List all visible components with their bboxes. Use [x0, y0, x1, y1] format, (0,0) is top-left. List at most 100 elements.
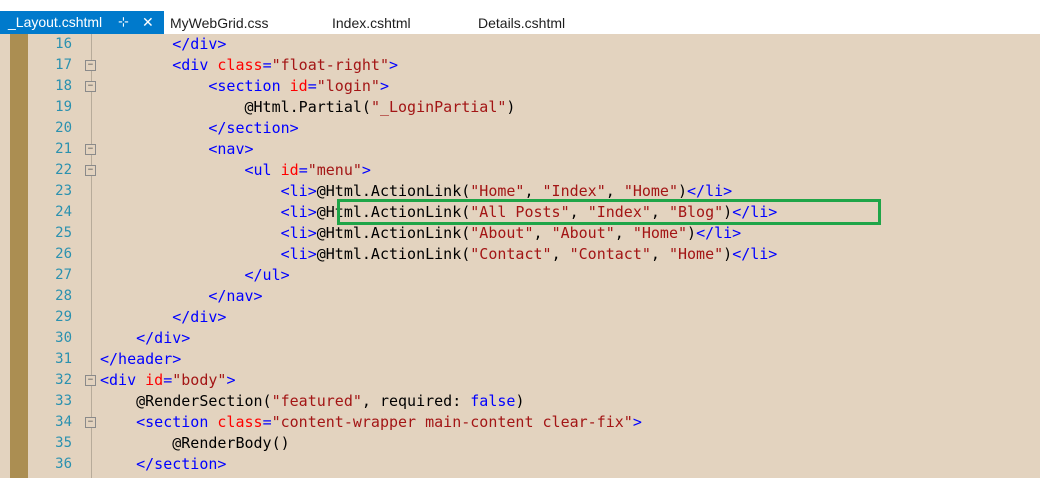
code-text: <section class="content-wrapper main-con…: [100, 412, 642, 433]
code-line[interactable]: 16 </div>: [0, 34, 1040, 55]
tab-label: _Layout.cshtml: [8, 14, 103, 30]
code-line[interactable]: 36 </section>: [0, 454, 1040, 475]
code-token: <li>: [100, 182, 317, 200]
code-token: "Home": [623, 182, 678, 200]
code-line[interactable]: 35 @RenderBody(): [0, 433, 1040, 454]
code-token: </nav>: [100, 287, 263, 305]
line-number: 31: [55, 351, 72, 367]
code-token: =: [262, 56, 272, 74]
line-number: 34: [55, 414, 72, 430]
code-line[interactable]: 25 <li>@Html.ActionLink("About", "About"…: [0, 223, 1040, 244]
code-token: , required:: [361, 392, 471, 410]
collapse-toggle-icon[interactable]: −: [85, 375, 96, 386]
line-number: 29: [55, 309, 72, 325]
code-token: ): [678, 182, 688, 200]
code-token: >: [361, 161, 371, 179]
code-token: ,: [614, 224, 633, 242]
line-number: 16: [55, 36, 72, 52]
code-token: "body": [172, 371, 227, 389]
code-text: @RenderSection("featured", required: fal…: [100, 391, 524, 412]
code-line[interactable]: 34 − <section class="content-wrapper main…: [0, 412, 1040, 433]
pin-icon[interactable]: ⊹: [118, 11, 129, 33]
code-line[interactable]: 29 </div>: [0, 307, 1040, 328]
code-token: id: [280, 161, 299, 179]
collapse-toggle-icon[interactable]: −: [85, 81, 96, 92]
code-text: </div>: [100, 328, 190, 349]
code-token: >: [632, 413, 642, 431]
code-token: "About": [470, 224, 534, 242]
line-number: 21: [55, 141, 72, 157]
code-token: <ul: [100, 161, 281, 179]
code-token: class: [217, 413, 263, 431]
code-line[interactable]: 21 − <nav>: [0, 139, 1040, 160]
code-token: </ul>: [100, 266, 290, 284]
line-number: 30: [55, 330, 72, 346]
tab-details-cshtml[interactable]: Details.cshtml: [478, 12, 565, 34]
code-line[interactable]: 27 </ul>: [0, 265, 1040, 286]
highlight-box: [337, 199, 881, 225]
code-token: <section: [100, 413, 218, 431]
code-token: ,: [605, 182, 624, 200]
tab-mywebgrid-css[interactable]: MyWebGrid.css: [170, 12, 269, 34]
code-text: <ul id="menu">: [100, 160, 371, 181]
line-number: 20: [55, 120, 72, 136]
code-line[interactable]: 22 − <ul id="menu">: [0, 160, 1040, 181]
code-token: "Home": [470, 182, 525, 200]
code-token: "_LoginPartial": [370, 98, 507, 116]
code-token: >: [389, 56, 399, 74]
code-token: <div: [100, 371, 146, 389]
code-line[interactable]: 19 @Html.Partial("_LoginPartial"): [0, 97, 1040, 118]
line-number: 24: [55, 204, 72, 220]
code-token: ,: [650, 245, 669, 263]
code-token: >: [226, 371, 236, 389]
code-line[interactable]: 31 </header>: [0, 349, 1040, 370]
code-token: ,: [533, 224, 552, 242]
collapse-toggle-icon[interactable]: −: [85, 144, 96, 155]
code-text: </section>: [100, 454, 226, 475]
code-token: ): [723, 245, 733, 263]
code-token: "Index": [542, 182, 606, 200]
code-token: "Home": [632, 224, 688, 242]
tab-index-cshtml[interactable]: Index.cshtml: [332, 12, 411, 34]
code-text: <section id="login">: [100, 76, 389, 97]
document-tab-bar: _Layout.cshtml ⊹ ✕ MyWebGrid.css Index.c…: [0, 0, 1040, 34]
code-token: </div>: [100, 308, 227, 326]
code-line[interactable]: 26 <li>@Html.ActionLink("Contact", "Cont…: [0, 244, 1040, 265]
code-line[interactable]: 28 </nav>: [0, 286, 1040, 307]
code-token: </section>: [100, 455, 227, 473]
code-line[interactable]: 32 − <div id="body">: [0, 370, 1040, 391]
code-token: "content-wrapper main-content clear-fix": [271, 413, 633, 431]
close-icon[interactable]: ✕: [142, 11, 154, 33]
tab-layout-cshtml[interactable]: _Layout.cshtml ⊹ ✕: [0, 11, 164, 34]
code-token: "login": [316, 77, 380, 95]
code-token: </div>: [100, 329, 191, 347]
collapse-toggle-icon[interactable]: −: [85, 417, 96, 428]
code-line[interactable]: 33 @RenderSection("featured", required: …: [0, 391, 1040, 412]
code-line[interactable]: 20 </section>: [0, 118, 1040, 139]
line-number: 27: [55, 267, 72, 283]
code-token: ,: [551, 245, 570, 263]
code-token: </li>: [732, 245, 778, 263]
code-text: </section>: [100, 118, 298, 139]
code-token: <section: [100, 77, 290, 95]
code-token: =: [163, 371, 173, 389]
collapse-toggle-icon[interactable]: −: [85, 60, 96, 71]
code-token: @Html.Partial(: [100, 98, 371, 116]
collapse-toggle-icon[interactable]: −: [85, 165, 96, 176]
code-token: @RenderBody(): [100, 434, 290, 452]
line-number: 23: [55, 183, 72, 199]
code-text: <nav>: [100, 139, 253, 160]
code-token: <li>: [100, 224, 317, 242]
code-token: "featured": [271, 392, 362, 410]
code-line[interactable]: 18 − <section id="login">: [0, 76, 1040, 97]
code-editor[interactable]: 16 </div> 17− <div class="float-right"> 18…: [0, 34, 1040, 478]
line-number: 36: [55, 456, 72, 472]
code-line[interactable]: 17 − <div class="float-right">: [0, 55, 1040, 76]
code-token: ): [506, 98, 516, 116]
line-number: 26: [55, 246, 72, 262]
line-number: 18: [55, 78, 72, 94]
code-line[interactable]: 30 </div>: [0, 328, 1040, 349]
code-token: <li>: [100, 245, 317, 263]
code-token: >: [379, 77, 389, 95]
code-text: </nav>: [100, 286, 263, 307]
